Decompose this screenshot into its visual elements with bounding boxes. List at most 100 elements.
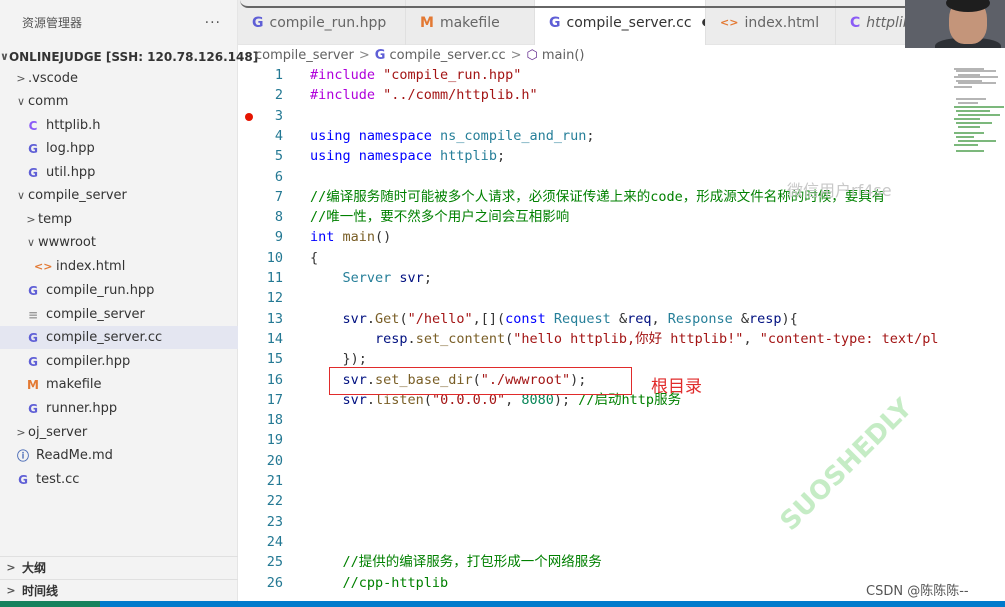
line-number: 14	[266, 330, 283, 347]
line-number: 23	[266, 513, 283, 530]
minimap-line	[954, 76, 998, 78]
code-token: resp	[375, 330, 408, 347]
file-type-icon: G	[28, 165, 38, 180]
code-token: ns_compile_and_run	[440, 127, 587, 144]
code-text: int main()	[310, 227, 391, 247]
line-number: 4	[274, 127, 283, 144]
code-token: });	[310, 351, 367, 368]
code-token: //cpp-httplib	[342, 574, 449, 591]
code-line: 12	[238, 288, 1005, 308]
tree-item-vscode[interactable]: > .vscode	[0, 67, 238, 90]
file-type-icon: G	[28, 141, 38, 156]
tree-item-label: compile_server	[46, 307, 145, 322]
tree-item-label: index.html	[56, 259, 126, 274]
code-token: .	[366, 310, 376, 327]
code-line: 25 //提供的编译服务，打包形成一个网络服务	[238, 552, 1005, 572]
tree-item-compiler-hpp[interactable]: Gcompiler.hpp	[0, 350, 238, 373]
tree-item-compile-run-hpp[interactable]: Gcompile_run.hpp	[0, 279, 238, 302]
code-text: using namespace ns_compile_and_run;	[310, 126, 603, 146]
tree-item-runner-hpp[interactable]: Grunner.hpp	[0, 397, 238, 420]
tree-item-compile-server[interactable]: ≡ compile_server	[0, 303, 238, 326]
tree-item-oj-server[interactable]: > oj_server	[0, 421, 238, 444]
tree-item-label: oj_server	[28, 425, 88, 440]
tree-item-test-cc[interactable]: Gtest.cc	[0, 468, 238, 491]
tree-item-label: httplib.h	[46, 118, 101, 133]
file-type-icon: G	[28, 401, 38, 416]
file-type-icon: G	[18, 472, 28, 487]
line-number: 8	[274, 209, 283, 226]
minimap-line	[956, 110, 990, 112]
code-token: (	[399, 310, 408, 327]
tree-item-label: ReadMe.md	[36, 448, 113, 463]
tree-item-comm[interactable]: ∨ comm	[0, 90, 238, 113]
code-token: "/hello"	[407, 310, 473, 327]
line-number: 25	[266, 554, 283, 571]
line-number: 12	[266, 290, 283, 307]
code-text: {	[310, 248, 318, 268]
code-token: ;	[496, 148, 506, 165]
line-number: 5	[274, 148, 283, 165]
line-number: 16	[266, 371, 283, 388]
file-type-icon: <>	[720, 16, 739, 29]
tree-item-makefile[interactable]: Mmakefile	[0, 373, 238, 396]
breadcrumb-file[interactable]: compile_server.cc	[389, 48, 505, 63]
file-type-icon: G	[252, 14, 264, 31]
file-type-icon: C	[28, 118, 38, 133]
code-line: 3	[238, 106, 1005, 126]
remote-indicator[interactable]	[0, 601, 100, 607]
breadcrumb-separator: >	[510, 47, 522, 63]
code-token: "content-type: text/pl	[759, 330, 939, 347]
tree-item-label: ONLINEJUDGE [SSH: 120.78.126.148]	[8, 49, 259, 64]
code-token: ){	[781, 310, 798, 327]
code-token: "../comm/httplib.h"	[383, 87, 538, 104]
tree-item-onlinejudge-ssh-120-78-126-148[interactable]: ∨ ONLINEJUDGE [SSH: 120.78.126.148]	[0, 45, 258, 68]
breadcrumb-separator: >	[358, 47, 370, 63]
outline-section[interactable]: > 大纲	[0, 556, 238, 578]
code-token: (	[505, 330, 514, 347]
line-number: 24	[266, 533, 283, 550]
breadcrumb-symbol[interactable]: main()	[542, 48, 585, 63]
code-token: const	[505, 310, 554, 327]
file-type-icon: G	[28, 330, 38, 345]
file-type-icon: M	[27, 377, 39, 392]
file-type-icon: M	[420, 14, 434, 31]
code-line: 4 using namespace ns_compile_and_run;	[238, 126, 1005, 146]
code-line: 14 resp.set_content("hello httplib,你好 ht…	[238, 329, 1005, 349]
code-token: ,[](	[472, 310, 506, 327]
code-token: Server	[342, 270, 400, 286]
code-editor[interactable]: 1 #include "compile_run.hpp" 2 #include "..…	[238, 65, 1005, 601]
tree-item-temp[interactable]: > temp	[0, 208, 238, 231]
minimap[interactable]	[948, 66, 1005, 166]
tree-item-readme-md[interactable]: ⓘ ReadMe.md	[0, 444, 238, 467]
webcam-overlay	[905, 0, 1005, 48]
code-text: //提供的编译服务，打包形成一个网络服务	[310, 552, 602, 572]
file-type-icon: C	[850, 14, 861, 31]
minimap-line	[954, 144, 978, 146]
code-token: #include	[310, 87, 384, 104]
tree-item-log-hpp[interactable]: Glog.hpp	[0, 137, 238, 160]
line-number: 22	[266, 493, 283, 510]
code-token: &	[740, 310, 750, 327]
tree-item-util-hpp[interactable]: Gutil.hpp	[0, 161, 238, 184]
tree-item-index-html[interactable]: <> index.html	[0, 255, 238, 278]
tree-item-label: .vscode	[28, 71, 78, 86]
breadcrumb-folder[interactable]: compile_server	[255, 48, 354, 63]
code-line: 8 //唯一性，要不然多个用户之间会互相影响	[238, 207, 1005, 227]
tree-item-label: comm	[28, 94, 69, 109]
more-actions-icon[interactable]: ···	[205, 15, 221, 31]
tree-item-compile-server-cc[interactable]: Gcompile_server.cc	[0, 326, 238, 349]
code-token: Request	[553, 310, 619, 327]
timeline-section[interactable]: > 时间线	[0, 579, 238, 601]
tree-item-wwwroot[interactable]: ∨ wwwroot	[0, 231, 238, 254]
watermark-text: 微信用户rf4se	[787, 181, 892, 200]
tree-item-httplib-h[interactable]: Chttplib.h	[0, 114, 238, 137]
tree-item-label: compile_server	[28, 188, 127, 203]
tree-item-label: util.hpp	[46, 165, 96, 180]
code-token: {	[310, 249, 319, 266]
chevron-right-icon: >	[6, 584, 16, 597]
tree-item-compile-server[interactable]: ∨ compile_server	[0, 184, 238, 207]
code-token: #include	[310, 67, 384, 83]
